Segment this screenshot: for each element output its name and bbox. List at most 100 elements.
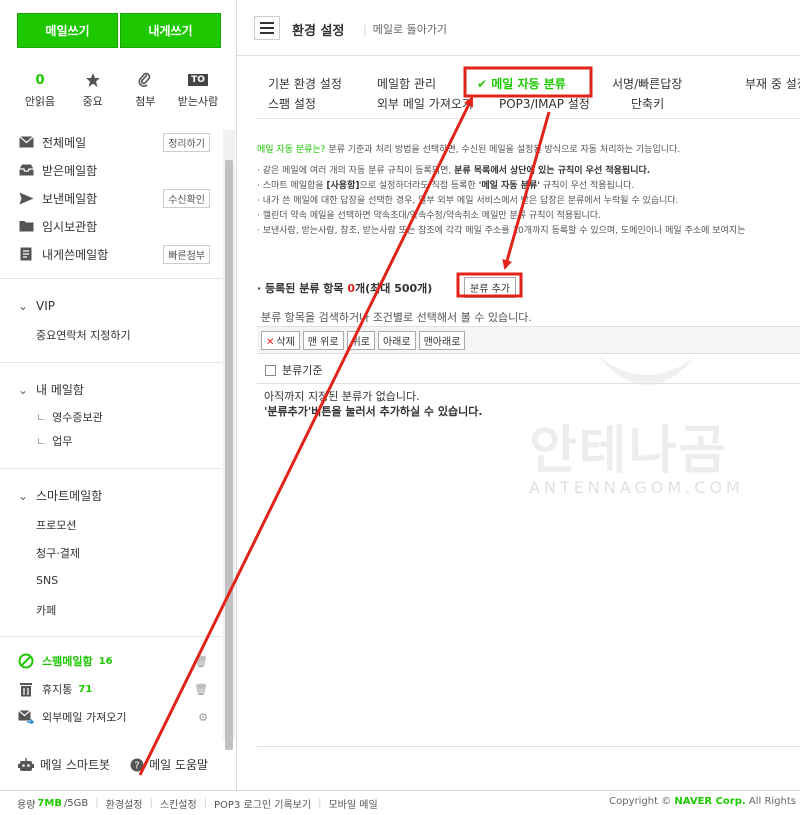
- chevron-down-icon: ⌄: [18, 299, 29, 313]
- watermark-logo: 안테나곰: [529, 421, 729, 481]
- vip-section-toggle[interactable]: ⌄ VIP: [18, 299, 55, 313]
- divider: [0, 636, 222, 637]
- divider: [257, 746, 800, 747]
- smart-section-toggle[interactable]: ⌄ 스마트메일함: [18, 487, 102, 504]
- page-title: 환경 설정: [292, 24, 345, 39]
- folder-spam[interactable]: 스팸메일함 16 🗑: [18, 652, 208, 670]
- move-bottom-button[interactable]: 맨아래로: [418, 330, 466, 350]
- external-label: 외부메일 가져오기: [42, 711, 127, 724]
- quick-recipient[interactable]: TO 받는사람: [172, 70, 224, 109]
- quick-attach-label: 첨부: [135, 95, 156, 108]
- help-link[interactable]: ? 메일 도움말: [130, 756, 208, 773]
- back-to-mail-label: 메일로 돌아가기: [372, 23, 448, 36]
- help-lead-link[interactable]: 메일 자동 분류는?: [257, 145, 325, 155]
- folder-label: 영수증보관: [52, 411, 103, 424]
- quick-unread-label: 안읽음: [24, 95, 56, 108]
- inbox-icon: [19, 164, 33, 176]
- folder-all-mail[interactable]: 전체메일 정리하기: [0, 128, 222, 156]
- chevron-down-icon: ⌄: [18, 489, 29, 503]
- tab-basic[interactable]: 기본 환경 설정: [268, 75, 342, 92]
- move-top-button[interactable]: 맨 위로: [302, 330, 344, 350]
- gear-icon[interactable]: ⚙: [198, 711, 208, 724]
- smartbot-link[interactable]: 메일 스마트봇: [18, 756, 110, 773]
- move-down-button[interactable]: 아래로: [377, 330, 416, 350]
- copyright: Copyright © NAVER Corp. All Rights: [609, 796, 796, 807]
- select-all-checkbox[interactable]: [265, 364, 276, 376]
- tab-spam[interactable]: 스팸 설정: [268, 95, 316, 112]
- organize-button[interactable]: 정리하기: [163, 133, 210, 152]
- trash-icon: [20, 682, 32, 696]
- tab-signature[interactable]: 서명/빠른답장: [612, 75, 682, 92]
- sidebar-scrollbar[interactable]: [223, 130, 235, 750]
- watermark-text: ANTENNAGOM.COM: [529, 478, 744, 497]
- star-icon: [85, 73, 100, 87]
- read-receipt-button[interactable]: 수신확인: [163, 189, 210, 208]
- quick-important[interactable]: 중요: [67, 70, 119, 109]
- folder-list: 전체메일 정리하기 받은메일함 보낸메일함 수신확인 임시보관함 내게쓴메일함 …: [0, 130, 222, 268]
- add-rule-button[interactable]: 분류 추가: [464, 277, 516, 298]
- desc-line: 메일 자동 분류는? 분류 기준과 처리 방법을 선택하면, 수신된 메일을 설…: [257, 145, 681, 155]
- usage-label: 용량: [17, 799, 36, 811]
- desc-line: · 내가 쓴 메일에 대한 답장을 선택한 경우, 일부 외부 메일 서비스에서…: [257, 196, 679, 206]
- note-icon: [20, 247, 32, 261]
- tab-mailbox[interactable]: 메일함 관리: [377, 75, 436, 92]
- folder-label: 내게쓴메일함: [42, 247, 109, 262]
- mobile-mail-link[interactable]: 모바일 메일: [328, 796, 377, 811]
- smart-cafe[interactable]: 카페: [36, 602, 56, 618]
- tree-branch-icon: ㄴ: [36, 435, 47, 448]
- spam-icon: [18, 653, 34, 669]
- smart-billing[interactable]: 청구·결제: [36, 545, 80, 561]
- folder-self[interactable]: 내게쓴메일함 빠른첨부: [0, 240, 222, 268]
- folder-label: 임시보관함: [42, 219, 98, 234]
- my-mail-section-toggle[interactable]: ⌄ 내 메일함: [18, 381, 84, 398]
- robot-icon: [18, 757, 34, 771]
- skin-settings-link[interactable]: 스킨설정: [160, 796, 197, 811]
- move-up-button[interactable]: 위로: [346, 330, 375, 350]
- tab-away[interactable]: 부재 중 설정: [745, 75, 800, 92]
- chevron-down-icon: ⌄: [18, 383, 29, 397]
- quick-important-label: 중요: [82, 95, 103, 108]
- folder-label: 전체메일: [42, 135, 87, 150]
- back-to-mail-link[interactable]: | 메일로 돌아가기: [363, 21, 447, 37]
- pop3-log-link[interactable]: POP3 로그인 기록보기: [214, 796, 311, 811]
- svg-text:?: ?: [134, 760, 139, 771]
- quick-attach[interactable]: 첨부: [119, 70, 171, 109]
- quick-attach-button[interactable]: 빠른첨부: [163, 245, 210, 264]
- folder-drafts[interactable]: 임시보관함: [0, 212, 222, 240]
- write-mail-button[interactable]: 메일쓰기: [17, 13, 118, 48]
- paperclip-icon: [138, 72, 151, 88]
- tab-auto-sort[interactable]: ✔ 메일 자동 분류: [477, 75, 566, 92]
- folder-external[interactable]: 외부메일 가져오기 ⚙: [18, 708, 208, 726]
- check-icon: ✔: [477, 77, 492, 91]
- folder-inbox[interactable]: 받은메일함: [0, 156, 222, 184]
- divider: [0, 468, 222, 469]
- trash-label: 휴지통: [42, 683, 73, 696]
- empty-spam-icon[interactable]: 🗑: [194, 655, 208, 668]
- folder-trash[interactable]: 휴지통 71 🗑: [18, 680, 208, 698]
- tab-pop3[interactable]: POP3/IMAP 설정: [499, 95, 590, 112]
- divider: [0, 362, 222, 363]
- menu-toggle-icon[interactable]: [254, 16, 280, 40]
- folder-receipts[interactable]: ㄴ 영수증보관: [36, 409, 103, 425]
- unread-count: 0: [35, 72, 45, 88]
- folder-sent[interactable]: 보낸메일함 수신확인: [0, 184, 222, 212]
- smart-sns[interactable]: SNS: [36, 574, 58, 587]
- vip-set-contacts[interactable]: 중요연락처 지정하기: [36, 327, 131, 343]
- tab-external[interactable]: 외부 메일 가져오기: [377, 95, 473, 112]
- write-self-button[interactable]: 내게쓰기: [120, 13, 221, 48]
- quick-filters: 0 안읽음 중요 첨부 TO 받는사람: [14, 70, 224, 109]
- smart-promotion[interactable]: 프로모션: [36, 517, 76, 533]
- scrollbar-thumb[interactable]: [225, 160, 233, 750]
- delete-button[interactable]: ✕ 삭제: [261, 330, 300, 350]
- smartbot-label: 메일 스마트봇: [40, 758, 111, 772]
- quick-unread[interactable]: 0 안읽음: [14, 70, 66, 109]
- trash-count: 71: [78, 683, 93, 695]
- settings-main: 환경 설정 | 메일로 돌아가기 기본 환경 설정 메일함 관리 ✔ 메일 자동 …: [237, 0, 800, 790]
- settings-link[interactable]: 환경설정: [106, 796, 143, 811]
- tab-shortcuts[interactable]: 단축키: [631, 95, 664, 112]
- auto-sort-description: 메일 자동 분류는? 분류 기준과 처리 방법을 선택하면, 수신된 메일을 설…: [257, 143, 800, 239]
- empty-trash-icon[interactable]: 🗑: [194, 683, 208, 696]
- folder-work[interactable]: ㄴ 업무: [36, 433, 72, 449]
- rules-column-header: 분류기준: [257, 357, 800, 384]
- divider: [0, 278, 222, 279]
